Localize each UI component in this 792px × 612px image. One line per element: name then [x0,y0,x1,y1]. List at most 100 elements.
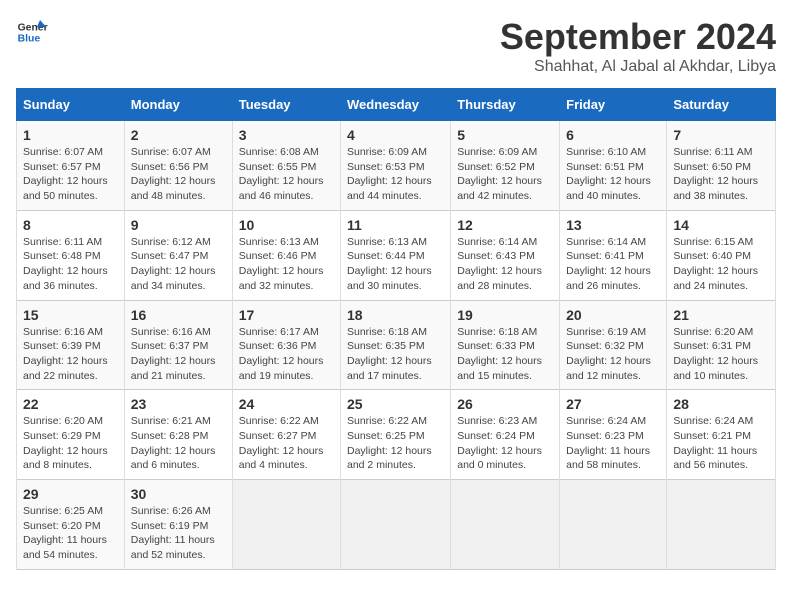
daylight-text: Daylight: 12 hours and 38 minutes. [673,175,758,202]
day-number: 10 [239,217,334,233]
header-sunday: Sunday [17,89,125,121]
sunrise-text: Sunrise: 6:24 AM [673,415,753,427]
sunset-text: Sunset: 6:23 PM [566,430,644,442]
table-row: 14 Sunrise: 6:15 AM Sunset: 6:40 PM Dayl… [667,210,776,300]
sunrise-text: Sunrise: 6:11 AM [673,146,752,158]
table-row: 13 Sunrise: 6:14 AM Sunset: 6:41 PM Dayl… [560,210,667,300]
day-info: Sunrise: 6:11 AM Sunset: 6:50 PM Dayligh… [673,145,769,204]
table-row: 29 Sunrise: 6:25 AM Sunset: 6:20 PM Dayl… [17,480,125,570]
sunset-text: Sunset: 6:48 PM [23,250,101,262]
daylight-text: Daylight: 12 hours and 19 minutes. [239,355,324,382]
sunrise-text: Sunrise: 6:10 AM [566,146,646,158]
sunrise-text: Sunrise: 6:19 AM [566,326,646,338]
header-saturday: Saturday [667,89,776,121]
table-row: 8 Sunrise: 6:11 AM Sunset: 6:48 PM Dayli… [17,210,125,300]
day-info: Sunrise: 6:17 AM Sunset: 6:36 PM Dayligh… [239,325,334,384]
sunset-text: Sunset: 6:33 PM [457,340,535,352]
day-info: Sunrise: 6:13 AM Sunset: 6:44 PM Dayligh… [347,235,444,294]
day-info: Sunrise: 6:22 AM Sunset: 6:25 PM Dayligh… [347,414,444,473]
day-info: Sunrise: 6:16 AM Sunset: 6:37 PM Dayligh… [131,325,226,384]
sunset-text: Sunset: 6:52 PM [457,161,535,173]
table-row: 22 Sunrise: 6:20 AM Sunset: 6:29 PM Dayl… [17,390,125,480]
sunrise-text: Sunrise: 6:16 AM [23,326,103,338]
table-row [232,480,340,570]
sunset-text: Sunset: 6:29 PM [23,430,101,442]
sunrise-text: Sunrise: 6:18 AM [347,326,427,338]
sunrise-text: Sunrise: 6:25 AM [23,505,103,517]
table-row: 3 Sunrise: 6:08 AM Sunset: 6:55 PM Dayli… [232,121,340,211]
day-number: 27 [566,396,660,412]
sunrise-text: Sunrise: 6:15 AM [673,236,753,248]
day-info: Sunrise: 6:24 AM Sunset: 6:23 PM Dayligh… [566,414,660,473]
day-info: Sunrise: 6:09 AM Sunset: 6:52 PM Dayligh… [457,145,553,204]
day-number: 23 [131,396,226,412]
day-number: 21 [673,307,769,323]
sunrise-text: Sunrise: 6:20 AM [23,415,103,427]
day-info: Sunrise: 6:09 AM Sunset: 6:53 PM Dayligh… [347,145,444,204]
calendar-week-row: 29 Sunrise: 6:25 AM Sunset: 6:20 PM Dayl… [17,480,776,570]
sunset-text: Sunset: 6:50 PM [673,161,751,173]
sunset-text: Sunset: 6:20 PM [23,520,101,532]
daylight-text: Daylight: 12 hours and 30 minutes. [347,265,432,292]
day-info: Sunrise: 6:23 AM Sunset: 6:24 PM Dayligh… [457,414,553,473]
sunrise-text: Sunrise: 6:22 AM [239,415,319,427]
table-row: 2 Sunrise: 6:07 AM Sunset: 6:56 PM Dayli… [124,121,232,211]
daylight-text: Daylight: 12 hours and 17 minutes. [347,355,432,382]
sunset-text: Sunset: 6:32 PM [566,340,644,352]
sunset-text: Sunset: 6:53 PM [347,161,425,173]
day-number: 15 [23,307,118,323]
month-title: September 2024 [500,16,776,58]
table-row [667,480,776,570]
table-row: 20 Sunrise: 6:19 AM Sunset: 6:32 PM Dayl… [560,300,667,390]
daylight-text: Daylight: 12 hours and 48 minutes. [131,175,216,202]
sunset-text: Sunset: 6:44 PM [347,250,425,262]
sunset-text: Sunset: 6:55 PM [239,161,317,173]
day-info: Sunrise: 6:20 AM Sunset: 6:31 PM Dayligh… [673,325,769,384]
logo: General Blue [16,16,48,48]
day-info: Sunrise: 6:14 AM Sunset: 6:43 PM Dayligh… [457,235,553,294]
sunset-text: Sunset: 6:27 PM [239,430,317,442]
header-monday: Monday [124,89,232,121]
day-number: 4 [347,127,444,143]
sunrise-text: Sunrise: 6:13 AM [347,236,427,248]
table-row: 19 Sunrise: 6:18 AM Sunset: 6:33 PM Dayl… [451,300,560,390]
day-number: 13 [566,217,660,233]
table-row [560,480,667,570]
sunset-text: Sunset: 6:57 PM [23,161,101,173]
sunrise-text: Sunrise: 6:11 AM [23,236,102,248]
sunset-text: Sunset: 6:47 PM [131,250,209,262]
day-info: Sunrise: 6:07 AM Sunset: 6:56 PM Dayligh… [131,145,226,204]
daylight-text: Daylight: 12 hours and 34 minutes. [131,265,216,292]
sunset-text: Sunset: 6:35 PM [347,340,425,352]
daylight-text: Daylight: 12 hours and 22 minutes. [23,355,108,382]
sunrise-text: Sunrise: 6:23 AM [457,415,537,427]
day-info: Sunrise: 6:16 AM Sunset: 6:39 PM Dayligh… [23,325,118,384]
table-row: 15 Sunrise: 6:16 AM Sunset: 6:39 PM Dayl… [17,300,125,390]
sunset-text: Sunset: 6:40 PM [673,250,751,262]
daylight-text: Daylight: 12 hours and 42 minutes. [457,175,542,202]
daylight-text: Daylight: 12 hours and 32 minutes. [239,265,324,292]
daylight-text: Daylight: 11 hours and 54 minutes. [23,534,107,561]
sunrise-text: Sunrise: 6:12 AM [131,236,211,248]
day-number: 18 [347,307,444,323]
day-info: Sunrise: 6:19 AM Sunset: 6:32 PM Dayligh… [566,325,660,384]
day-info: Sunrise: 6:11 AM Sunset: 6:48 PM Dayligh… [23,235,118,294]
calendar-week-row: 1 Sunrise: 6:07 AM Sunset: 6:57 PM Dayli… [17,121,776,211]
daylight-text: Daylight: 12 hours and 28 minutes. [457,265,542,292]
day-number: 30 [131,486,226,502]
sunset-text: Sunset: 6:19 PM [131,520,209,532]
day-number: 2 [131,127,226,143]
table-row: 23 Sunrise: 6:21 AM Sunset: 6:28 PM Dayl… [124,390,232,480]
day-number: 28 [673,396,769,412]
table-row: 27 Sunrise: 6:24 AM Sunset: 6:23 PM Dayl… [560,390,667,480]
page-container: General Blue September 2024 Shahhat, Al … [16,16,776,570]
day-info: Sunrise: 6:12 AM Sunset: 6:47 PM Dayligh… [131,235,226,294]
daylight-text: Daylight: 12 hours and 21 minutes. [131,355,216,382]
table-row: 11 Sunrise: 6:13 AM Sunset: 6:44 PM Dayl… [341,210,451,300]
sunset-text: Sunset: 6:37 PM [131,340,209,352]
table-row: 1 Sunrise: 6:07 AM Sunset: 6:57 PM Dayli… [17,121,125,211]
daylight-text: Daylight: 11 hours and 56 minutes. [673,445,757,472]
sunrise-text: Sunrise: 6:16 AM [131,326,211,338]
sunset-text: Sunset: 6:39 PM [23,340,101,352]
location-title: Shahhat, Al Jabal al Akhdar, Libya [500,58,776,76]
